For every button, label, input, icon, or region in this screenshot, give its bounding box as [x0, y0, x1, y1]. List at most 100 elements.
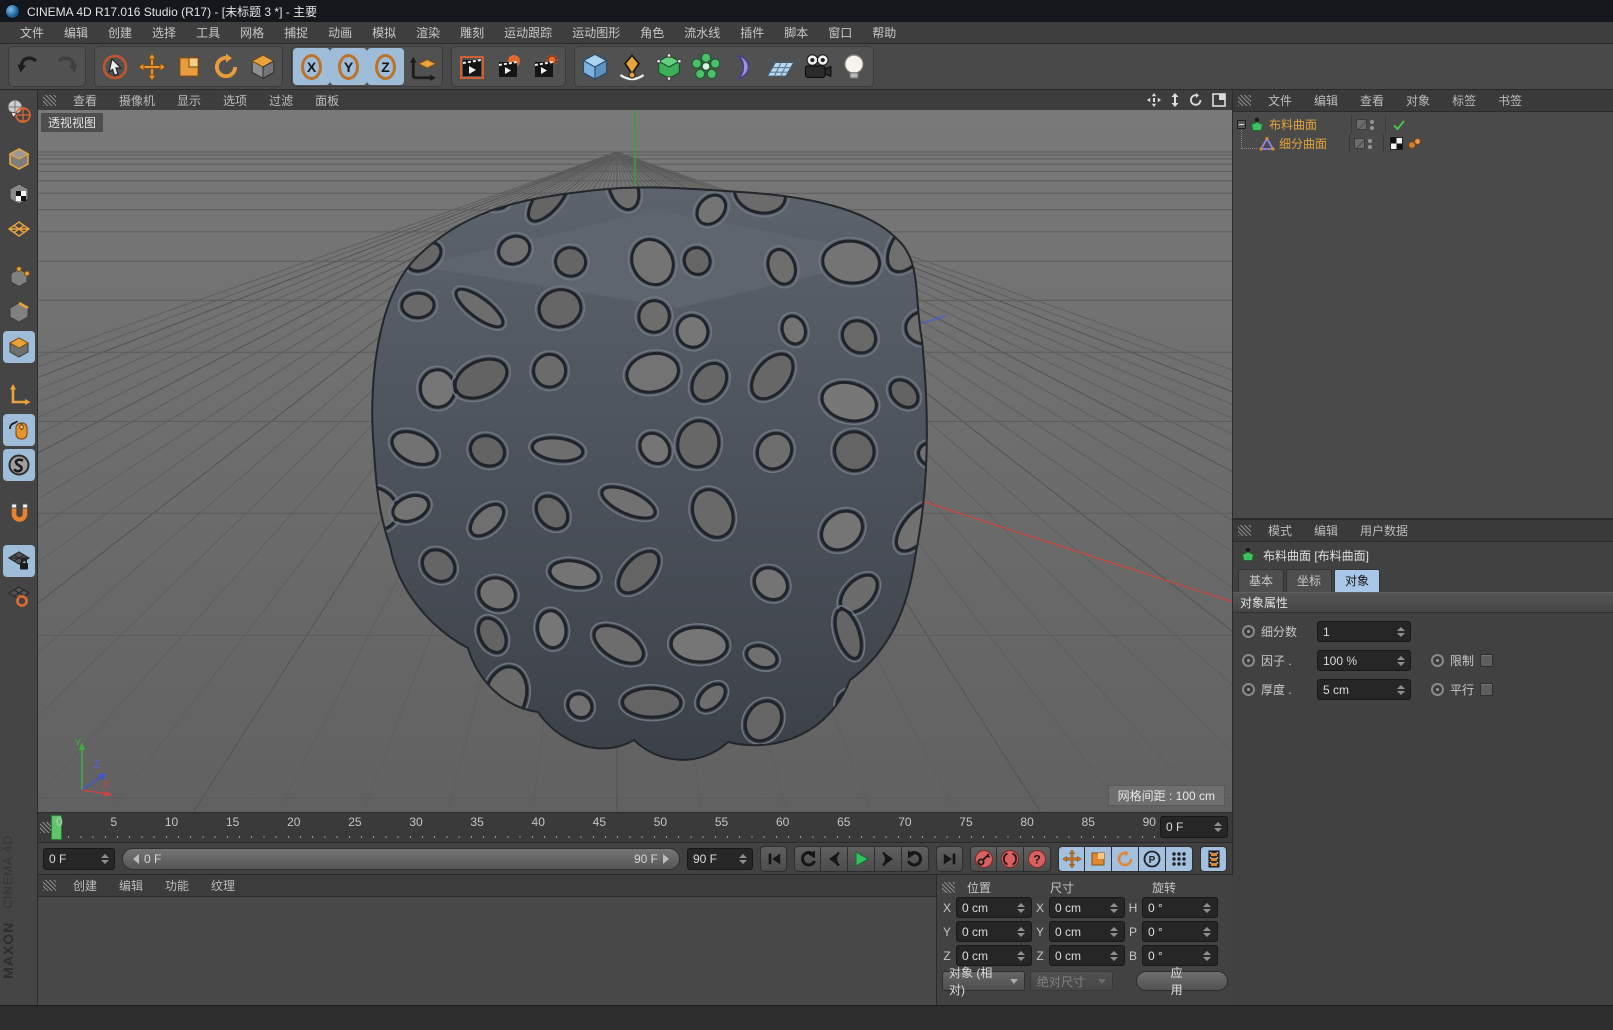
menu-item[interactable]: 创建 [98, 24, 142, 41]
add-light-icon[interactable] [835, 48, 872, 85]
tab-basic[interactable]: 基本 [1238, 569, 1284, 592]
add-floor-icon[interactable] [761, 48, 798, 85]
menu-item[interactable]: 角色 [630, 24, 674, 41]
factor-field[interactable]: 100 % [1317, 650, 1411, 671]
pan-view-icon[interactable] [1147, 93, 1161, 107]
workplane-mode-icon[interactable] [3, 213, 35, 245]
visibility-dots-icon[interactable] [1368, 139, 1372, 149]
active-tool-cube-icon[interactable] [244, 48, 281, 85]
points-mode-icon[interactable] [3, 261, 35, 293]
move-tool-icon[interactable] [133, 48, 170, 85]
tab-coordinates[interactable]: 坐标 [1286, 569, 1332, 592]
position-field[interactable]: 0 cm [956, 921, 1032, 942]
menu-item[interactable]: 流水线 [674, 24, 730, 41]
zoom-view-icon[interactable] [1170, 93, 1180, 107]
spinner-icon[interactable] [1017, 949, 1026, 963]
texture-mode-icon[interactable] [3, 178, 35, 210]
lock-x-axis-button[interactable]: X [293, 48, 330, 85]
snap-settings-icon[interactable] [3, 449, 35, 481]
add-cube-icon[interactable] [576, 48, 613, 85]
keyframe-dot-icon[interactable] [1431, 683, 1444, 696]
spinner-icon[interactable] [1203, 949, 1212, 963]
viewport-menu-item[interactable]: 选项 [212, 92, 258, 109]
make-editable-icon[interactable] [3, 95, 35, 127]
add-subdivision-surface-icon[interactable] [650, 48, 687, 85]
menu-item[interactable]: 网格 [230, 24, 274, 41]
key-rotation-toggle[interactable] [1112, 846, 1139, 872]
viewport-menu-item[interactable]: 摄像机 [108, 92, 166, 109]
lock-z-axis-button[interactable]: Z [367, 48, 404, 85]
add-mograph-icon[interactable] [687, 48, 724, 85]
rotate-view-icon[interactable] [1189, 93, 1203, 107]
menu-item[interactable]: 捕捉 [274, 24, 318, 41]
render-settings-icon[interactable] [527, 48, 564, 85]
undo-icon[interactable] [10, 48, 47, 85]
parallel-checkbox[interactable] [1480, 683, 1493, 696]
keyframe-dot-icon[interactable] [1242, 683, 1255, 696]
ruler-frame-field[interactable]: 0 F [1160, 816, 1228, 838]
edges-mode-icon[interactable] [3, 296, 35, 328]
tweak-mode-icon[interactable] [3, 414, 35, 446]
material-list-area[interactable] [38, 897, 936, 1005]
enable-snap-icon[interactable] [3, 497, 35, 529]
camera-label[interactable]: 透视视图 [41, 113, 103, 132]
thickness-field[interactable]: 5 cm [1317, 679, 1411, 700]
object-manager-menu-item[interactable]: 编辑 [1303, 92, 1349, 109]
menu-item[interactable]: 选择 [142, 24, 186, 41]
position-field[interactable]: 0 cm [956, 897, 1032, 918]
polygons-mode-icon[interactable] [3, 331, 35, 363]
viewport-menu-item[interactable]: 过滤 [258, 92, 304, 109]
menu-item[interactable]: 渲染 [406, 24, 450, 41]
viewport-menu-item[interactable]: 查看 [62, 92, 108, 109]
menu-item[interactable]: 帮助 [862, 24, 906, 41]
spinner-icon[interactable] [1110, 925, 1119, 939]
spinner-icon[interactable] [1396, 625, 1405, 639]
layer-icon[interactable] [1356, 119, 1367, 130]
open-timeline-button[interactable] [1200, 846, 1227, 872]
object-name[interactable]: 细分曲面 [1275, 135, 1349, 152]
drag-handle-icon[interactable] [1238, 525, 1251, 536]
visibility-dots-icon[interactable] [1370, 120, 1374, 130]
spinner-icon[interactable] [1203, 925, 1212, 939]
rotation-field[interactable]: 0 ° [1142, 945, 1218, 966]
object-tree[interactable]: 布料曲面 细分曲面 [1233, 112, 1613, 518]
spinner-icon[interactable] [1110, 949, 1119, 963]
spinner-icon[interactable] [1017, 925, 1026, 939]
spinner-icon[interactable] [738, 852, 747, 866]
keying-options-button[interactable]: ? [1024, 846, 1051, 872]
collapse-icon[interactable] [1237, 120, 1246, 129]
tab-object[interactable]: 对象 [1334, 569, 1380, 592]
add-deformer-icon[interactable] [724, 48, 761, 85]
goto-start-button[interactable] [760, 846, 787, 872]
record-keyframe-button[interactable] [970, 846, 997, 872]
spinner-icon[interactable] [1396, 654, 1405, 668]
key-pla-toggle[interactable] [1166, 846, 1193, 872]
spinner-icon[interactable] [100, 852, 109, 866]
size-field[interactable]: 0 cm [1049, 921, 1125, 942]
scale-tool-icon[interactable] [170, 48, 207, 85]
autokey-button[interactable] [997, 846, 1024, 872]
previous-key-button[interactable] [794, 846, 821, 872]
lock-y-axis-button[interactable]: Y [330, 48, 367, 85]
live-selection-icon[interactable] [96, 48, 133, 85]
size-field[interactable]: 0 cm [1049, 945, 1125, 966]
cloth-tag-icon[interactable] [1407, 137, 1422, 150]
next-key-button[interactable] [902, 846, 929, 872]
coordinate-system-icon[interactable] [404, 48, 441, 85]
add-spline-icon[interactable] [613, 48, 650, 85]
lock-workplane-icon[interactable] [3, 545, 35, 577]
spinner-icon[interactable] [1017, 901, 1026, 915]
object-manager-menu-item[interactable]: 书签 [1487, 92, 1533, 109]
menu-item[interactable]: 文件 [10, 24, 54, 41]
object-name[interactable]: 布料曲面 [1265, 116, 1351, 133]
frame-range-slider[interactable]: 0 F 90 F [122, 848, 680, 870]
object-row-cloth-surface[interactable]: 布料曲面 [1233, 115, 1613, 134]
material-menu-item[interactable]: 功能 [154, 877, 200, 894]
model-mode-icon[interactable] [3, 143, 35, 175]
drag-handle-icon[interactable] [43, 95, 56, 106]
range-left-arrow-icon[interactable] [133, 854, 139, 864]
render-region-icon[interactable] [490, 48, 527, 85]
menu-item[interactable]: 编辑 [54, 24, 98, 41]
visibility-toggles[interactable] [1349, 134, 1383, 153]
key-scale-toggle[interactable] [1085, 846, 1112, 872]
